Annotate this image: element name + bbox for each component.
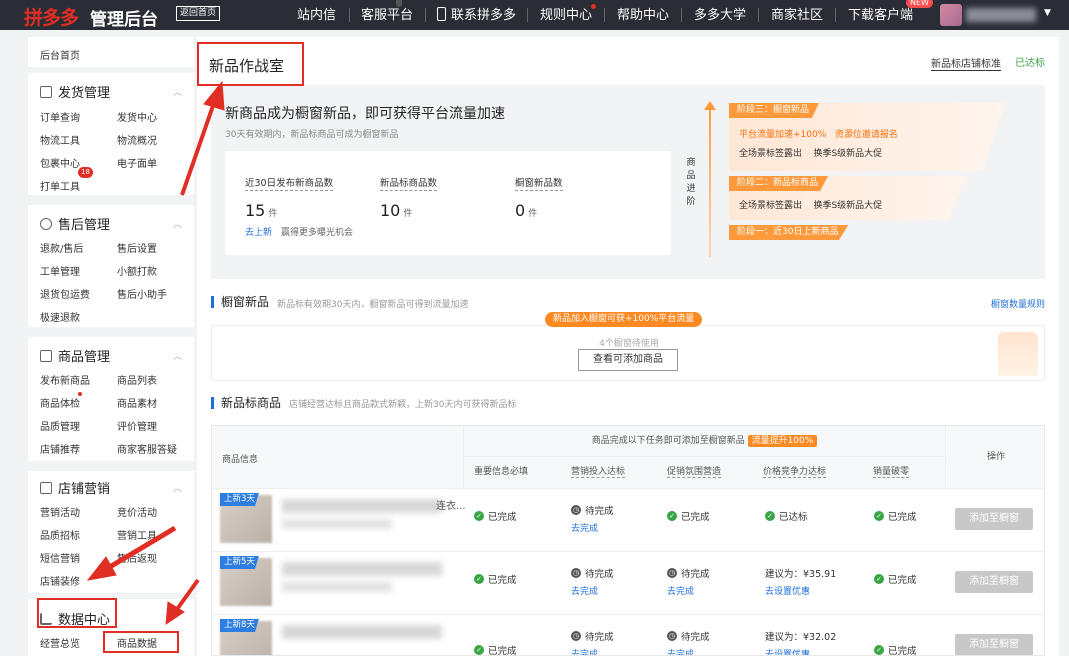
arrow-head: [203, 80, 225, 111]
arrow-line: [106, 525, 177, 571]
arrow-head: [86, 556, 117, 581]
annotation-arrows: [86, 80, 225, 625]
arrow-line: [180, 99, 217, 196]
arrow-line: [173, 578, 200, 614]
